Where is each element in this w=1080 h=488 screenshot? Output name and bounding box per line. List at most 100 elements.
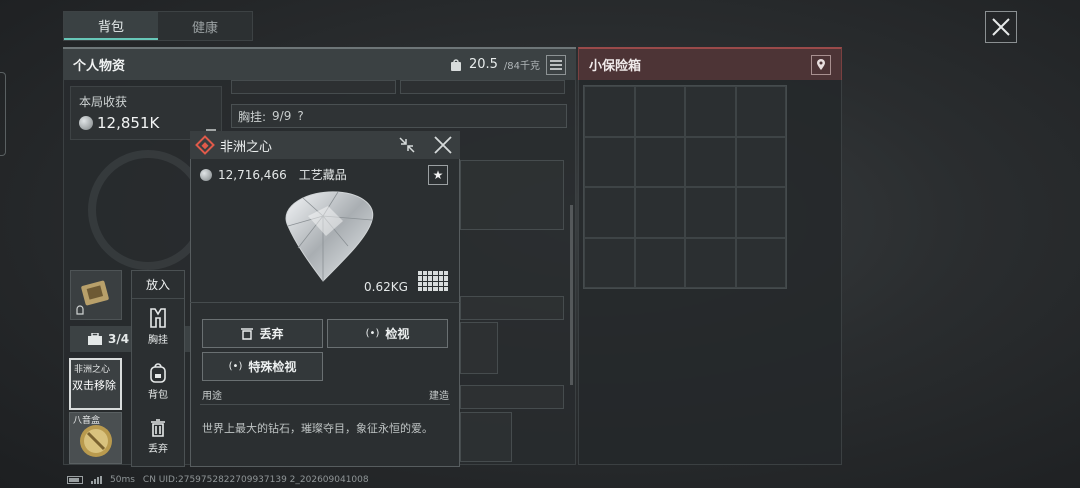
small-safe-header: 小保险箱 xyxy=(578,47,842,80)
backpack-icon xyxy=(150,362,166,383)
chip-icon xyxy=(76,280,109,315)
safe-slot[interactable] xyxy=(584,237,635,288)
scrollbar[interactable] xyxy=(570,205,573,385)
harvest-label: 本局收获 xyxy=(79,95,128,109)
vest-icon xyxy=(150,307,166,328)
menu-item-label: 胸挂 xyxy=(148,334,168,346)
slot-strip xyxy=(231,80,396,94)
coin-icon xyxy=(79,116,93,130)
safe-slot[interactable] xyxy=(685,136,736,187)
weight-icon xyxy=(450,58,461,71)
close-icon xyxy=(992,18,1010,36)
safe-slot[interactable] xyxy=(685,187,736,238)
container-count: 3/4 xyxy=(108,332,130,346)
music-box-icon xyxy=(80,425,112,457)
weight-current: 20.5 xyxy=(468,57,498,72)
item-price-row: 12,716,466 工艺藏品 xyxy=(200,166,347,183)
discard-button[interactable]: 丢弃 xyxy=(202,319,323,348)
item-popup-header: 非洲之心 xyxy=(190,131,460,159)
list-view-button[interactable] xyxy=(546,54,566,75)
safe-slot[interactable] xyxy=(634,237,685,288)
collapse-icon[interactable] xyxy=(398,136,416,154)
safe-title: 小保险箱 xyxy=(589,59,642,74)
help-icon[interactable]: ? xyxy=(297,109,303,123)
diamond-gem-image xyxy=(285,191,374,282)
top-tabs: 背包 健康 xyxy=(63,11,253,41)
tab-backpack[interactable]: 背包 xyxy=(64,12,158,40)
item-weight: 0.62KG xyxy=(364,280,408,294)
inspect-button[interactable]: (•) 检视 xyxy=(327,319,448,348)
menu-item-discard[interactable]: 丢弃 xyxy=(132,409,184,464)
ping-value: 50ms xyxy=(110,475,135,485)
personal-supplies-header: 个人物资 20.5/84千克 xyxy=(63,47,576,80)
safe-slot[interactable] xyxy=(634,86,685,137)
chest-count: 9/9 xyxy=(272,109,292,123)
list-icon xyxy=(550,59,562,70)
pin-button[interactable] xyxy=(811,54,831,75)
trash-icon xyxy=(241,328,254,340)
safe-slot[interactable] xyxy=(685,86,736,137)
side-drawer-handle[interactable] xyxy=(0,72,6,156)
safe-slot[interactable] xyxy=(584,86,635,137)
battery-icon xyxy=(67,476,83,484)
coin-icon xyxy=(200,168,212,181)
briefcase-icon xyxy=(88,333,102,345)
pouch-row[interactable] xyxy=(460,385,564,409)
item-description: 世界上最大的钻石，璀璨夺目，象征永恒的爱。 xyxy=(202,422,433,435)
equipment-slot[interactable] xyxy=(70,270,122,320)
selected-item-tile[interactable]: 非洲之心 双击移除 xyxy=(69,358,122,410)
safe-slot[interactable] xyxy=(735,237,786,288)
safe-slot[interactable] xyxy=(685,237,736,288)
backpack-row[interactable] xyxy=(460,296,564,320)
close-button[interactable] xyxy=(985,11,1017,43)
backpack-slot[interactable] xyxy=(460,322,498,374)
menu-title: 放入 xyxy=(132,271,184,299)
favorite-button[interactable]: ★ xyxy=(428,165,448,185)
star-icon: ★ xyxy=(432,168,444,182)
usage-row: 用途 建造 xyxy=(202,387,449,402)
remove-hint: 双击移除 xyxy=(72,379,116,392)
safe-slot[interactable] xyxy=(735,136,786,187)
chest-rig-row[interactable]: 胸挂: 9/9 ? xyxy=(231,104,567,128)
menu-item-label: 背包 xyxy=(148,389,168,401)
usage-value: 建造 xyxy=(429,391,449,402)
safe-slot[interactable] xyxy=(634,136,685,187)
item-name: 非洲之心 xyxy=(74,365,111,375)
status-bar: 50ms CN UID:2759752822709937139 2_202609… xyxy=(67,475,369,485)
put-into-menu: 放入 胸挂 背包 丢弃 xyxy=(131,270,185,467)
uid-text: CN UID:2759752822709937139 2_20260904100… xyxy=(142,475,369,485)
item-size-grid-icon xyxy=(418,271,448,291)
music-box-tile[interactable]: 八音盒 xyxy=(69,412,122,464)
usage-label: 用途 xyxy=(202,391,222,402)
safe-slot[interactable] xyxy=(634,187,685,238)
inspect-icon: (•) xyxy=(365,328,380,339)
special-inspect-button[interactable]: (•) 特殊检视 xyxy=(202,352,323,381)
menu-item-chest-rig[interactable]: 胸挂 xyxy=(132,299,184,354)
item-price: 12,716,466 xyxy=(218,167,287,182)
close-icon[interactable] xyxy=(434,136,452,154)
divider xyxy=(200,404,450,405)
safe-grid xyxy=(583,85,787,289)
signal-icon xyxy=(91,476,102,484)
safe-slot[interactable] xyxy=(584,187,635,238)
item-popup-title: 非洲之心 xyxy=(220,139,273,155)
safe-slot[interactable] xyxy=(584,136,635,187)
inspect-icon: (•) xyxy=(228,361,243,372)
pin-icon xyxy=(817,58,825,70)
weight-indicator: 20.5/84千克 xyxy=(449,57,540,72)
harvest-value: 12,851K xyxy=(97,114,160,132)
pouch-slot[interactable] xyxy=(460,412,512,462)
chest-label: 胸挂: xyxy=(238,109,267,124)
trash-icon xyxy=(151,418,165,437)
item-category: 工艺藏品 xyxy=(298,168,347,182)
menu-item-backpack[interactable]: 背包 xyxy=(132,354,184,409)
weight-max: /84千克 xyxy=(503,61,540,72)
tab-health[interactable]: 健康 xyxy=(158,12,252,40)
safe-slot[interactable] xyxy=(735,187,786,238)
panel-title: 个人物资 xyxy=(73,59,126,74)
discard-label: 丢弃 xyxy=(259,327,284,341)
chest-slot[interactable] xyxy=(460,160,564,230)
menu-item-label: 丢弃 xyxy=(148,443,168,455)
safe-slot[interactable] xyxy=(735,86,786,137)
special-inspect-label: 特殊检视 xyxy=(248,360,297,374)
